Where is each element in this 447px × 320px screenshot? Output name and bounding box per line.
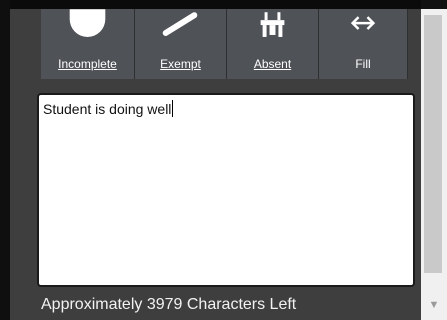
half-circle-icon: [69, 9, 106, 37]
slash-icon: [162, 12, 198, 36]
scrollbar-thumb[interactable]: [424, 15, 442, 273]
comment-textarea[interactable]: Student is doing well: [37, 93, 415, 287]
comment-text: Student is doing well: [43, 101, 172, 117]
incomplete-label: Incomplete: [58, 57, 117, 71]
absent-button[interactable]: Absent: [227, 9, 319, 79]
exempt-label: Exempt: [160, 57, 201, 71]
fill-button[interactable]: Fill: [319, 9, 408, 79]
comment-panel: Incomplete Exempt Absent Fill Student is…: [10, 9, 421, 320]
mark-toolbar: Incomplete Exempt Absent Fill: [41, 9, 408, 79]
exempt-button[interactable]: Exempt: [135, 9, 227, 79]
fill-label: Fill: [355, 57, 371, 71]
absent-label: Absent: [253, 57, 292, 71]
top-strip: [0, 0, 447, 9]
scroll-down-arrow-icon[interactable]: ▼: [421, 290, 447, 320]
seat-icon: [260, 12, 285, 37]
left-strip: [0, 0, 10, 320]
characters-left-status: Approximately 3979 Characters Left: [41, 296, 297, 313]
vertical-scrollbar[interactable]: ▼: [421, 0, 447, 320]
incomplete-button[interactable]: Incomplete: [41, 9, 135, 79]
scrollbar-top-cap: [421, 0, 447, 9]
text-caret: [172, 100, 174, 117]
left-right-arrow-icon: [350, 16, 376, 30]
